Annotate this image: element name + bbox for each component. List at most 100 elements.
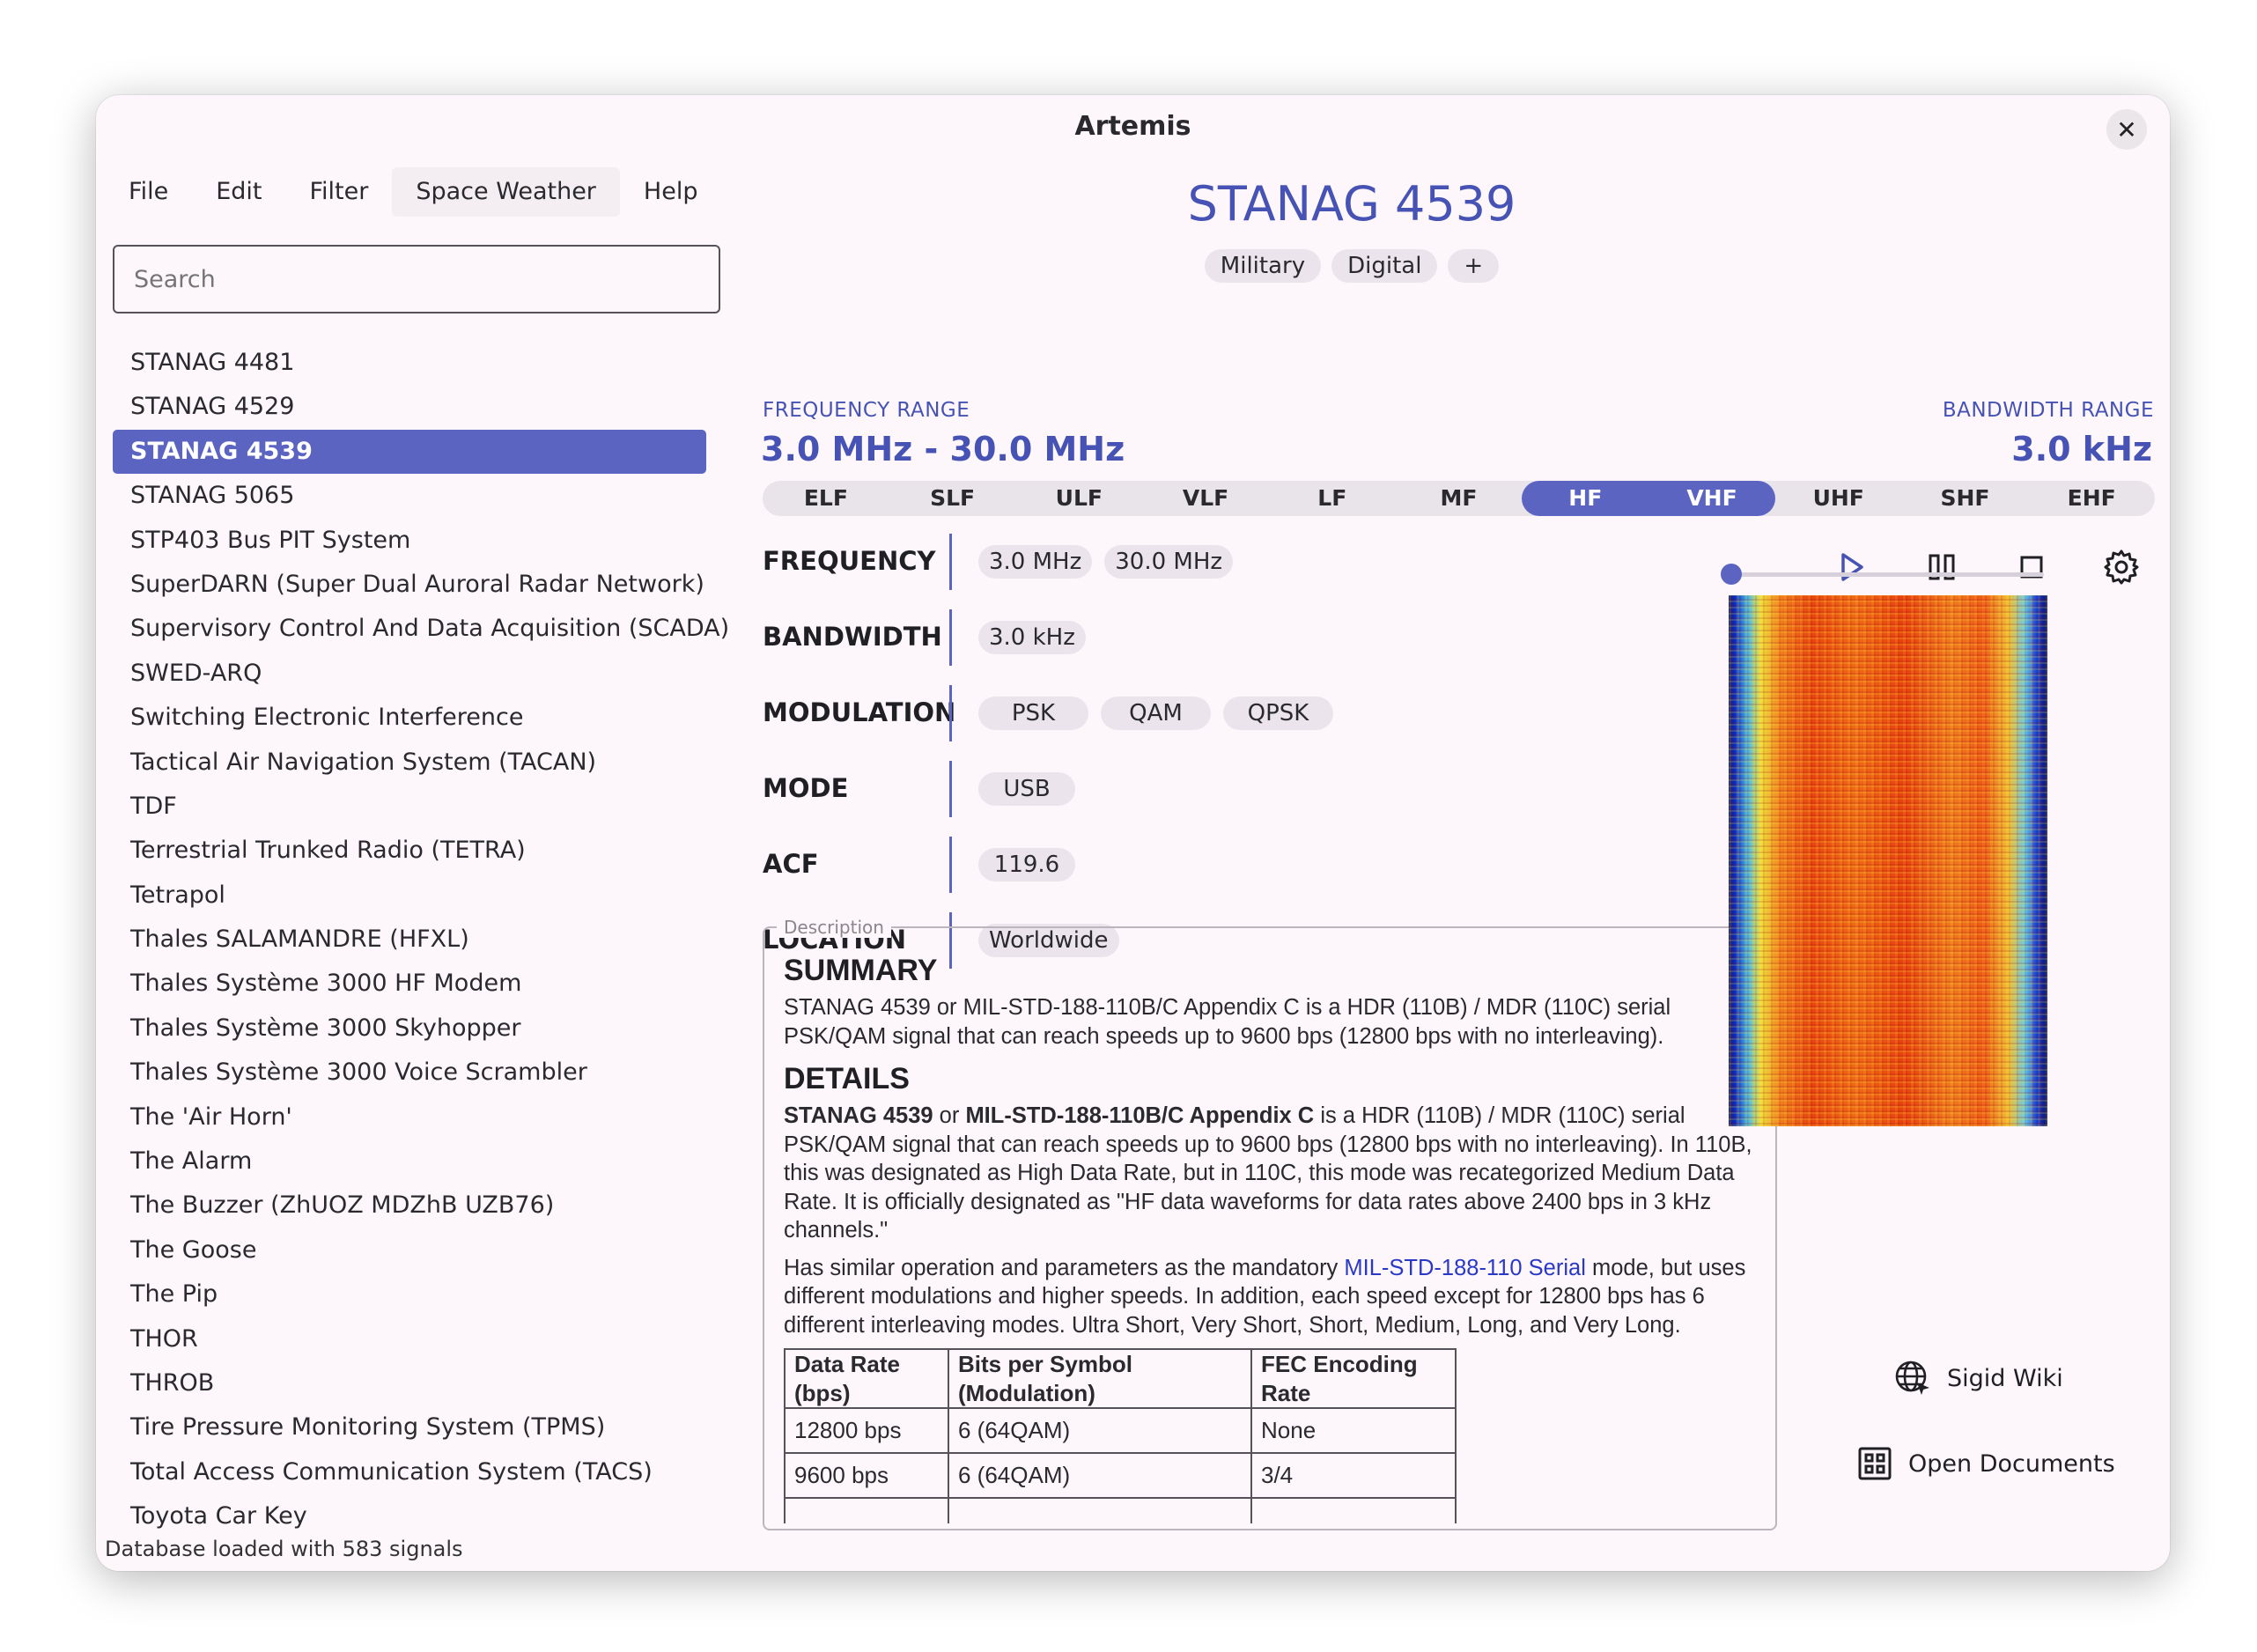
bandwidth-range-label: BANDWIDTH RANGE <box>1942 399 2154 422</box>
menu-file[interactable]: File <box>105 167 192 217</box>
open-documents-link[interactable]: Open Documents <box>1857 1446 2115 1481</box>
list-item[interactable]: TDF <box>113 785 729 829</box>
close-button[interactable]: ✕ <box>2106 109 2147 150</box>
playback-slider[interactable] <box>1721 563 2044 586</box>
table-header-cell: FEC Encoding Rate <box>1250 1348 1457 1409</box>
details-paragraph-2: Has similar operation and parameters as … <box>784 1254 1766 1340</box>
list-item[interactable]: Terrestrial Trunked Radio (TETRA) <box>113 829 729 873</box>
band-ulf: ULF <box>1055 485 1103 511</box>
summary-heading: SUMMARY <box>784 954 938 987</box>
details-or: or <box>933 1103 966 1128</box>
title-bar: Artemis ✕ <box>96 95 2170 162</box>
table-cell: None <box>1250 1407 1457 1454</box>
mil-std-link[interactable]: MIL-STD-188-110 Serial <box>1344 1256 1585 1280</box>
description-content[interactable]: SUMMARY STANAG 4539 or MIL-STD-188-110B/… <box>784 951 1766 1523</box>
list-item[interactable]: The Goose <box>113 1228 729 1272</box>
details-bold-1: STANAG 4539 <box>784 1103 933 1128</box>
list-item[interactable]: Total Access Communication System (TACS) <box>113 1450 729 1494</box>
list-item[interactable]: STANAG 4529 <box>113 385 729 429</box>
band-mf: MF <box>1440 485 1478 511</box>
property-label: BANDWIDTH <box>763 622 942 652</box>
list-item[interactable]: STANAG 5065 <box>113 474 729 518</box>
band-vhf: VHF <box>1686 485 1737 511</box>
property-values: 3.0 MHz 30.0 MHz <box>978 545 1234 579</box>
list-item[interactable]: Toyota Car Key <box>113 1494 729 1538</box>
property-row-acf: ACF 119.6 <box>763 837 1555 893</box>
list-item[interactable]: Tetrapol <box>113 874 729 918</box>
list-item[interactable]: THOR <box>113 1317 729 1361</box>
band-selector: ELF SLF ULF VLF LF MF HF VHF UHF SHF EHF <box>763 481 2155 516</box>
description-legend: Description <box>777 917 891 938</box>
table-cell: 12800 bps <box>784 1407 949 1454</box>
property-values: 119.6 <box>978 848 1075 881</box>
search-input[interactable] <box>113 245 720 313</box>
settings-button[interactable] <box>2097 542 2146 592</box>
property-separator <box>949 609 952 666</box>
band-hf: HF <box>1568 485 1603 511</box>
data-rate-table: Data Rate (bps) Bits per Symbol (Modulati… <box>784 1348 1457 1523</box>
menu-space-weather[interactable]: Space Weather <box>392 167 620 217</box>
frequency-range-label: FREQUENCY RANGE <box>763 399 970 422</box>
table-cell: 6 (64QAM) <box>948 1452 1252 1499</box>
bandwidth-range-value: 3.0 kHz <box>2011 430 2152 468</box>
table-row: 12800 bps 6 (64QAM) None <box>784 1407 1457 1454</box>
details-text-2a: Has similar operation and parameters as … <box>784 1255 1345 1280</box>
property-chip: PSK <box>978 697 1088 730</box>
list-item[interactable]: STP403 Bus PIT System <box>113 519 729 563</box>
property-separator <box>949 761 952 817</box>
list-item[interactable]: Switching Electronic Interference <box>113 696 729 740</box>
band-vlf: VLF <box>1182 485 1229 511</box>
property-chip: QPSK <box>1223 697 1333 730</box>
list-item[interactable]: SuperDARN (Super Dual Auroral Radar Netw… <box>113 563 729 607</box>
app-window: Artemis ✕ File Edit Filter Space Weather Hel… <box>96 95 2170 1571</box>
table-cell: 6 (64QAM) <box>948 1407 1252 1454</box>
band-lf: LF <box>1317 485 1347 511</box>
table-header-row: Data Rate (bps) Bits per Symbol (Modulati… <box>784 1348 1457 1409</box>
sigid-wiki-link[interactable]: Sigid Wiki <box>1894 1360 2063 1397</box>
list-item[interactable]: The Buzzer (ZhUOZ MDZhB UZB76) <box>113 1184 729 1228</box>
list-item[interactable]: The Alarm <box>113 1139 729 1184</box>
property-chip: 3.0 MHz <box>978 545 1093 579</box>
table-header-cell: Bits per Symbol (Modulation) <box>948 1348 1252 1409</box>
property-label: ACF <box>763 849 819 879</box>
signal-title: STANAG 4539 <box>1187 176 1516 232</box>
property-chip: USB <box>978 772 1075 806</box>
property-chip: 3.0 kHz <box>978 621 1086 654</box>
details-bold-2: MIL-STD-188-110B/C Appendix C <box>965 1103 1315 1128</box>
property-label: FREQUENCY <box>763 546 936 576</box>
description-box: Description SUMMARY STANAG 4539 or MIL-S… <box>763 917 1777 1530</box>
list-item[interactable]: The 'Air Horn' <box>113 1095 729 1139</box>
property-values: PSK QAM QPSK <box>978 697 1333 730</box>
list-item[interactable]: Thales SALAMANDRE (HFXL) <box>113 918 729 962</box>
list-item[interactable]: Supervisory Control And Data Acquisition… <box>113 607 729 651</box>
slider-thumb[interactable] <box>1721 564 1743 585</box>
property-separator <box>949 534 952 590</box>
property-row-frequency: FREQUENCY 3.0 MHz 30.0 MHz <box>763 534 1555 590</box>
globe-icon <box>1895 1361 1929 1395</box>
menu-edit[interactable]: Edit <box>192 167 285 217</box>
add-tag-button[interactable]: + <box>1448 249 1500 283</box>
menu-filter[interactable]: Filter <box>285 167 392 217</box>
table-cell <box>784 1497 949 1523</box>
list-item[interactable]: STANAG 4481 <box>113 341 729 385</box>
gear-icon <box>2104 549 2139 585</box>
list-item[interactable]: Tire Pressure Monitoring System (TPMS) <box>113 1405 729 1449</box>
property-chip: 30.0 MHz <box>1104 545 1234 579</box>
table-cell <box>1250 1497 1457 1523</box>
table-header-cell: Data Rate (bps) <box>784 1348 949 1409</box>
list-item[interactable]: Thales Système 3000 Skyhopper <box>113 1007 729 1051</box>
frequency-range-value: 3.0 MHz - 30.0 MHz <box>761 430 1125 468</box>
table-cell: 3/4 <box>1250 1452 1457 1499</box>
list-item[interactable]: Tactical Air Navigation System (TACAN) <box>113 741 729 785</box>
property-separator <box>949 837 952 893</box>
list-item[interactable]: The Pip <box>113 1272 729 1316</box>
list-item[interactable]: THROB <box>113 1361 729 1405</box>
list-item[interactable]: SWED-ARQ <box>113 652 729 696</box>
waterfall-image <box>1729 595 2047 1126</box>
property-label: MODE <box>763 773 849 803</box>
list-item[interactable]: Thales Système 3000 HF Modem <box>113 962 729 1006</box>
list-item[interactable]: STANAG 4539 <box>113 429 706 475</box>
list-item[interactable]: Thales Système 3000 Voice Scrambler <box>113 1051 729 1095</box>
band-elf: ELF <box>803 485 848 511</box>
signal-list[interactable]: STANAG 4481 STANAG 4529 STANAG 4539 STANAG … <box>113 341 729 1571</box>
